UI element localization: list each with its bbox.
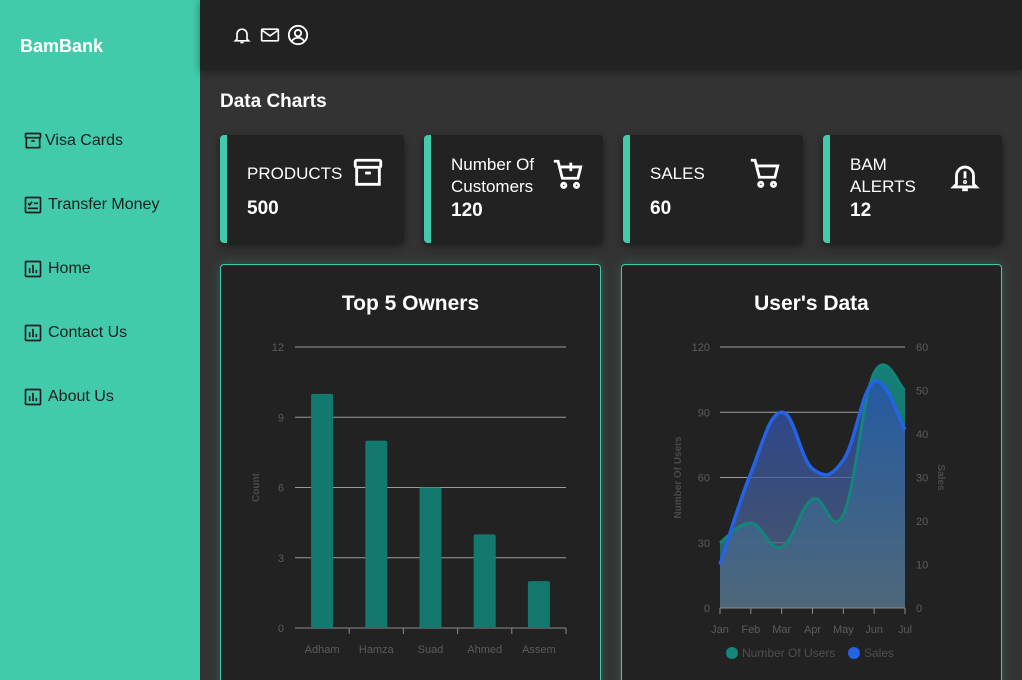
x-tick-label: Hamza: [359, 644, 395, 656]
card-label: Number Of: [451, 155, 535, 174]
y-tick-label: 9: [278, 412, 284, 424]
card-label: BAM: [850, 155, 887, 174]
y-axis-title: Number Of Users: [673, 436, 684, 519]
legend-swatch: [848, 647, 860, 659]
x-tick-label: Mar: [772, 624, 791, 636]
page-title: Data Charts: [220, 91, 327, 112]
sidebar-item-label: Transfer Money: [48, 196, 160, 213]
sidebar-item-label: Visa Cards: [45, 132, 123, 149]
card-value: 12: [850, 200, 872, 221]
bar-chart: 0 3 6 9 12 Adham Hamza Suad Ahmed Assem Count: [251, 342, 567, 656]
bar: [527, 581, 550, 628]
bell-alert-icon: [948, 160, 982, 194]
x-tick-label: Adham: [305, 644, 340, 656]
bar: [419, 487, 442, 628]
stat-card-alerts[interactable]: BAM ALERTS 12: [823, 135, 1002, 243]
series-area: [720, 381, 905, 608]
stat-card-sales[interactable]: SALES 60: [623, 135, 803, 243]
card-label: SALES: [650, 164, 705, 183]
y2-tick-label: 40: [916, 429, 928, 441]
x-tick-label: Assem: [522, 644, 556, 656]
sidebar-item-home[interactable]: Home: [22, 257, 91, 281]
y-tick-label: 6: [278, 483, 284, 495]
area-chart: 0 30 60 90 120 0 10 20 30 40 50 60 Jan Feb Mar Apr May Ju…: [673, 342, 946, 660]
top-bar: [200, 0, 1022, 70]
cart-icon: [748, 156, 782, 190]
y-tick-label: 120: [692, 342, 710, 354]
brand-logo[interactable]: BamBank: [20, 36, 103, 57]
y2-axis-title: Sales: [935, 464, 946, 491]
y2-tick-label: 60: [916, 342, 928, 354]
legend-label: Number Of Users: [742, 646, 835, 660]
bar-chart-icon: [22, 258, 44, 280]
sidebar-item-label: About Us: [48, 388, 114, 405]
sidebar: BamBank Visa Cards Transfer Money Home C…: [0, 0, 200, 680]
y-tick-label: 0: [704, 603, 710, 615]
sidebar-item-visa-cards[interactable]: Visa Cards: [22, 129, 123, 153]
chart-panel-top-owners: Top 5 Owners 0 3 6 9 12 Adham Hamza Suad Ahmed As…: [220, 264, 601, 680]
y2-tick-label: 30: [916, 473, 928, 485]
chart-panel-users-data: User's Data 0 30 60 90 120 0 10 20 30 40 50 60 Jan Fe…: [621, 264, 1002, 680]
stat-card-products[interactable]: PRODUCTS 500: [220, 135, 404, 243]
y2-tick-label: 10: [916, 560, 928, 572]
archive-icon: [351, 156, 385, 190]
bar: [311, 393, 334, 628]
bar: [365, 440, 388, 628]
bar-chart-icon: [22, 386, 44, 408]
mail-icon[interactable]: [259, 24, 281, 46]
x-tick-label: May: [833, 624, 854, 636]
checklist-icon: [22, 194, 44, 216]
x-tick-label: Ahmed: [467, 644, 502, 656]
card-value: 500: [247, 198, 279, 219]
y-tick-label: 90: [698, 407, 710, 419]
y2-tick-label: 0: [916, 603, 922, 615]
x-tick-label: Suad: [418, 644, 444, 656]
bar: [473, 534, 496, 628]
card-value: 60: [650, 198, 672, 219]
card-value: 120: [451, 200, 483, 221]
y-tick-label: 3: [278, 553, 284, 565]
sidebar-item-transfer-money[interactable]: Transfer Money: [22, 193, 159, 217]
bell-icon[interactable]: [231, 24, 253, 46]
user-circle-icon[interactable]: [287, 24, 309, 46]
x-tick-label: Jun: [865, 624, 883, 636]
y-tick-label: 12: [272, 342, 284, 354]
legend-swatch: [726, 647, 738, 659]
sidebar-item-contact-us[interactable]: Contact Us: [22, 321, 127, 345]
x-tick-label: Feb: [741, 624, 760, 636]
stat-card-customers[interactable]: Number Of Customers 120: [424, 135, 603, 243]
sidebar-item-label: Home: [48, 260, 91, 277]
y-tick-label: 30: [698, 538, 710, 550]
y2-tick-label: 50: [916, 386, 928, 398]
cart-plus-icon: [551, 157, 585, 191]
card-label: Customers: [451, 177, 534, 196]
x-tick-label: Apr: [804, 624, 821, 636]
y-tick-label: 0: [278, 623, 284, 635]
archive-icon: [22, 130, 44, 152]
y2-tick-label: 20: [916, 516, 928, 528]
y-axis-title: Count: [251, 472, 262, 502]
y-tick-label: 60: [698, 473, 710, 485]
legend-label: Sales: [864, 646, 894, 660]
x-tick-label: Jul: [898, 624, 912, 636]
sidebar-item-label: Contact Us: [48, 324, 128, 341]
x-tick-label: Jan: [711, 624, 729, 636]
sidebar-item-about-us[interactable]: About Us: [22, 385, 114, 409]
card-label: ALERTS: [850, 177, 916, 196]
card-label: PRODUCTS: [247, 164, 343, 183]
bar-chart-icon: [22, 322, 44, 344]
